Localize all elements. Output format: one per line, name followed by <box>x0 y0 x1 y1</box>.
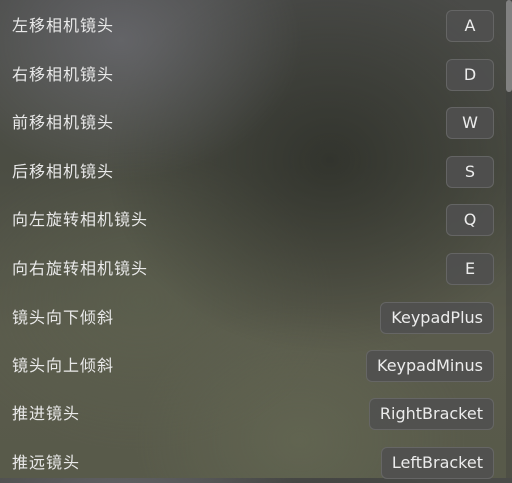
keybinding-row-tilt-up: 镜头向上倾斜 KeypadMinus <box>0 346 504 386</box>
action-label: 左移相机镜头 <box>12 16 115 35</box>
action-label: 推进镜头 <box>12 404 81 423</box>
key-button-zoom-in[interactable]: RightBracket <box>368 398 494 430</box>
keybinding-row-camera-back: 后移相机镜头 S <box>0 152 504 192</box>
action-label: 右移相机镜头 <box>12 65 115 84</box>
action-label: 后移相机镜头 <box>12 162 115 181</box>
keybinding-row-zoom-in: 推进镜头 RightBracket <box>0 394 504 434</box>
keybinding-row-rotate-left: 向左旋转相机镜头 Q <box>0 200 504 240</box>
keybinding-list: 左移相机镜头 A 右移相机镜头 D 前移相机镜头 W 后移相机镜头 S 向左旋转… <box>0 0 504 479</box>
keybinding-row-camera-right: 右移相机镜头 D <box>0 55 504 95</box>
action-label: 向右旋转相机镜头 <box>12 259 149 278</box>
key-button-camera-right[interactable]: D <box>446 59 494 91</box>
key-button-tilt-up[interactable]: KeypadMinus <box>366 350 494 382</box>
keybinding-row-zoom-out: 推远镜头 LeftBracket <box>0 443 504 483</box>
key-button-camera-forward[interactable]: W <box>446 107 494 139</box>
action-label: 镜头向下倾斜 <box>12 308 115 327</box>
keybinding-row-camera-forward: 前移相机镜头 W <box>0 103 504 143</box>
keybinding-row-rotate-right: 向右旋转相机镜头 E <box>0 249 504 289</box>
keybinding-row-tilt-down: 镜头向下倾斜 KeypadPlus <box>0 298 504 338</box>
key-button-camera-back[interactable]: S <box>446 156 494 188</box>
key-button-tilt-down[interactable]: KeypadPlus <box>380 302 494 334</box>
key-button-zoom-out[interactable]: LeftBracket <box>380 447 494 479</box>
action-label: 镜头向上倾斜 <box>12 356 115 375</box>
action-label: 向左旋转相机镜头 <box>12 210 149 229</box>
key-button-rotate-left[interactable]: Q <box>446 204 494 236</box>
key-button-rotate-right[interactable]: E <box>446 253 494 285</box>
keybinding-row-camera-left: 左移相机镜头 A <box>0 6 504 46</box>
scrollbar-thumb[interactable] <box>506 0 512 92</box>
action-label: 前移相机镜头 <box>12 113 115 132</box>
scrollbar[interactable] <box>506 0 512 478</box>
action-label: 推远镜头 <box>12 453 81 472</box>
key-button-camera-left[interactable]: A <box>446 10 494 42</box>
